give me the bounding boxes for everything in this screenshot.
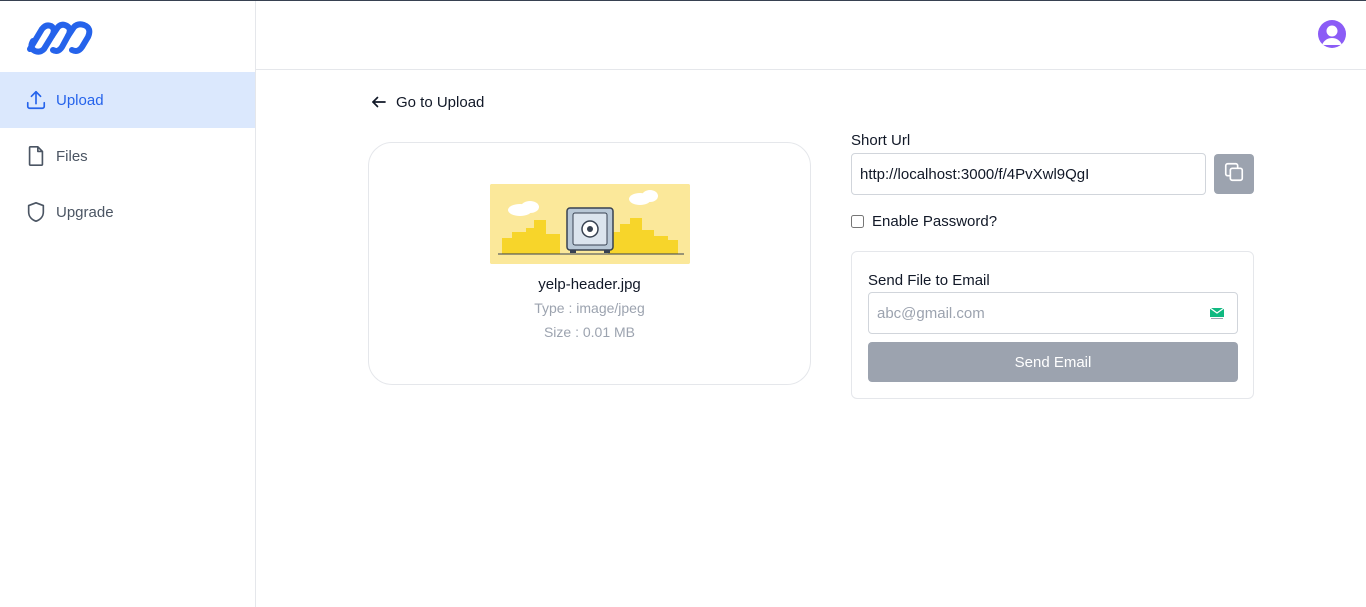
email-field[interactable] <box>869 293 1237 333</box>
go-to-upload-link[interactable]: Go to Upload <box>370 93 484 111</box>
mail-icon <box>1209 306 1225 320</box>
copy-button[interactable] <box>1214 154 1254 194</box>
arrow-left-icon <box>370 93 388 111</box>
sidebar-item-label: Upload <box>56 91 104 109</box>
file-size: Size : 0.01 MB <box>543 324 636 340</box>
enable-password-row: Enable Password? <box>851 213 997 230</box>
enable-password-checkbox[interactable] <box>851 215 864 228</box>
sidebar-item-files[interactable]: Files <box>0 128 255 184</box>
file-name: yelp-header.jpg <box>538 276 641 293</box>
email-field-wrapper <box>868 292 1238 334</box>
sidebar-item-label: Files <box>56 147 88 165</box>
sidebar-item-upgrade[interactable]: Upgrade <box>0 184 255 240</box>
send-email-button[interactable]: Send Email <box>868 342 1238 382</box>
file-type: Type : image/jpeg <box>534 300 645 316</box>
copy-icon <box>1223 161 1245 188</box>
sidebar: Upload Files Upgrade <box>0 1 256 607</box>
user-avatar-icon[interactable] <box>1318 20 1346 48</box>
short-url-input[interactable] <box>851 153 1206 195</box>
shield-icon <box>25 201 47 223</box>
file-icon <box>25 145 47 167</box>
file-thumbnail <box>490 184 690 264</box>
infinity-logo-icon[interactable] <box>20 21 100 55</box>
short-url-label: Short Url <box>851 132 911 149</box>
go-to-upload-label: Go to Upload <box>396 93 485 111</box>
top-bar <box>256 1 1366 70</box>
file-preview-card: yelp-header.jpg Type : image/jpeg Size :… <box>368 142 811 385</box>
enable-password-label: Enable Password? <box>872 213 998 230</box>
sidebar-item-upload[interactable]: Upload <box>0 72 255 128</box>
send-email-label: Send File to Email <box>868 272 990 289</box>
upload-icon <box>25 89 47 111</box>
send-email-card: Send File to Email Send Email <box>851 251 1254 399</box>
sidebar-nav: Upload Files Upgrade <box>0 72 255 240</box>
sidebar-item-label: Upgrade <box>56 203 114 221</box>
